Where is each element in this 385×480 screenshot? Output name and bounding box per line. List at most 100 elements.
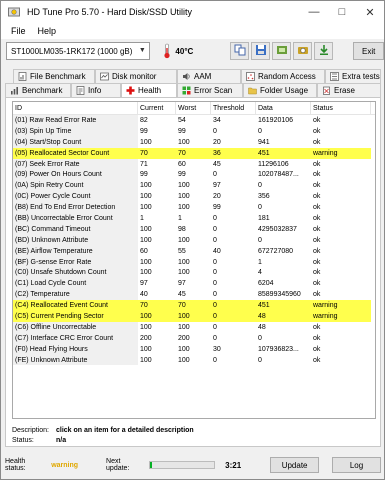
- smart-attributes-table: ID Current Worst Threshold Data Status (…: [12, 101, 376, 419]
- drive-select[interactable]: ST1000LM035-1RK172 (1000 gB) ▼: [6, 42, 150, 60]
- app-window: HD Tune Pro 5.70 - Hard Disk/SSD Utility…: [0, 0, 385, 480]
- cell-threshold: 45: [213, 160, 221, 168]
- table-row[interactable]: (C7) Interface CRC Error Count 200 200 0 0 ok: [13, 332, 375, 344]
- table-row[interactable]: (BE) Airflow Temperature 60 55 40 672727080 o…: [13, 245, 375, 257]
- table-row[interactable]: (BF) G-sense Error Rate 100 100 0 1 ok: [13, 256, 375, 268]
- menu-help[interactable]: Help: [32, 26, 63, 36]
- cell-worst: 200: [178, 334, 190, 342]
- close-button[interactable]: ✕: [356, 1, 384, 23]
- tab-health[interactable]: Health: [121, 83, 177, 97]
- cell-current: 100: [140, 225, 152, 233]
- table-row[interactable]: (BB) Uncorrectable Error Count 1 1 0 181 ok: [13, 213, 375, 224]
- column-header-threshold[interactable]: Threshold: [211, 102, 256, 114]
- cell-worst: 100: [178, 236, 190, 244]
- camera-icon: [297, 44, 309, 58]
- cell-status: warning: [311, 300, 371, 312]
- table-row[interactable]: (C0) Unsafe Shutdown Count 100 100 0 4 ok: [13, 267, 375, 279]
- cell-status: ok: [313, 204, 321, 212]
- cell-threshold: 0: [213, 280, 217, 288]
- table-row[interactable]: (C5) Current Pending Sector 100 100 0 48 warn…: [13, 311, 375, 322]
- cell-status: ok: [313, 214, 321, 222]
- cell-data: 181: [258, 214, 270, 222]
- tab-error-scan[interactable]: Error Scan: [177, 83, 243, 97]
- cell-data: 11296106: [258, 160, 289, 168]
- table-row[interactable]: (0A) Spin Retry Count 100 100 97 0 ok: [13, 180, 375, 192]
- minimize-button[interactable]: —: [300, 1, 328, 23]
- cell-worst: 100: [178, 182, 190, 190]
- maximize-button[interactable]: □: [328, 1, 356, 23]
- table-row[interactable]: (05) Reallocated Sector Count 70 70 36 451 wa…: [13, 147, 375, 159]
- status-label: Status:: [12, 436, 34, 444]
- cell-threshold: 0: [213, 258, 217, 266]
- column-header-status[interactable]: Status: [311, 102, 371, 114]
- tab-extra-tests[interactable]: Extra tests: [325, 69, 381, 83]
- table-row[interactable]: (01) Raw Read Error Rate 82 54 34 161920106 o…: [13, 115, 375, 126]
- tab-erase[interactable]: Erase: [317, 83, 381, 97]
- table-row[interactable]: (C1) Load Cycle Count 97 97 0 6204 ok: [13, 278, 375, 290]
- cell-data: 161920106: [258, 116, 294, 124]
- table-row[interactable]: (C2) Temperature 40 45 0 85899345960 ok: [13, 289, 375, 301]
- toolbar: ST1000LM035-1RK172 (1000 gB) ▼ 40°C Exit: [1, 39, 385, 63]
- cell-current: 100: [140, 138, 152, 146]
- download-button[interactable]: [314, 42, 334, 60]
- tab-info[interactable]: Info: [71, 83, 121, 97]
- cell-status: ok: [313, 280, 321, 288]
- cell-data: 6204: [258, 280, 274, 288]
- cell-current: 200: [140, 334, 152, 342]
- column-header-id[interactable]: ID: [13, 102, 138, 114]
- tab-strip: File Benchmark Disk monitor AAM Random A…: [5, 69, 381, 97]
- status-bar: Health status: warning Next update: 3:21…: [5, 456, 382, 474]
- column-header-worst[interactable]: Worst: [176, 102, 211, 114]
- cell-worst: 100: [178, 138, 190, 146]
- cell-id: (C4) Reallocated Event Count: [13, 300, 138, 312]
- table-row[interactable]: (0C) Power Cycle Count 100 100 20 356 ok: [13, 191, 375, 203]
- cell-data: 0: [258, 236, 262, 244]
- copy-icon: [234, 44, 246, 58]
- update-button[interactable]: Update: [270, 457, 320, 473]
- tab-aam[interactable]: AAM: [177, 69, 241, 83]
- table-body: (01) Raw Read Error Rate 82 54 34 161920106 o…: [13, 115, 375, 366]
- cell-worst: 98: [178, 225, 186, 233]
- table-row[interactable]: (B8) End To End Error Detection 100 100 99 0…: [13, 202, 375, 214]
- cell-data: 451: [256, 300, 311, 312]
- next-update-time: 3:21: [225, 460, 242, 470]
- cell-worst: 100: [178, 356, 190, 364]
- column-header-current[interactable]: Current: [138, 102, 176, 114]
- table-row[interactable]: (BD) Unknown Attribute 100 100 0 0 ok: [13, 234, 375, 246]
- tab-file-benchmark[interactable]: File Benchmark: [13, 69, 95, 83]
- table-row[interactable]: (F0) Head Flying Hours 100 100 30 107936823.…: [13, 343, 375, 355]
- table-row[interactable]: (04) Start/Stop Count 100 100 20 941 ok: [13, 136, 375, 148]
- tab-benchmark[interactable]: Benchmark: [5, 83, 71, 97]
- cell-data: 4: [258, 269, 262, 277]
- cell-current: 70: [138, 147, 176, 159]
- table-row[interactable]: (03) Spin Up Time 99 99 0 0 ok: [13, 125, 375, 137]
- cell-status: ok: [313, 182, 321, 190]
- cell-id: (09) Power On Hours Count: [13, 169, 138, 181]
- cell-current: 100: [140, 345, 152, 353]
- table-row[interactable]: (07) Seek Error Rate 71 60 45 11296106 ok: [13, 158, 375, 170]
- tab-disk-monitor[interactable]: Disk monitor: [95, 69, 177, 83]
- tab-folder-usage[interactable]: Folder Usage: [243, 83, 317, 97]
- table-row[interactable]: (09) Power On Hours Count 99 99 0 102078487.…: [13, 169, 375, 181]
- camera-button[interactable]: [293, 42, 313, 60]
- column-header-data[interactable]: Data: [256, 102, 311, 114]
- menu-file[interactable]: File: [5, 26, 32, 36]
- save-button[interactable]: [251, 42, 271, 60]
- table-row[interactable]: (C4) Reallocated Event Count 70 70 0 451 warn…: [13, 300, 375, 312]
- cell-current: 70: [138, 300, 176, 312]
- cell-status: ok: [313, 225, 321, 233]
- cell-id: (F0) Head Flying Hours: [13, 343, 138, 355]
- table-row[interactable]: (BC) Command Timeout 100 98 0 4295032837 ok: [13, 223, 375, 235]
- log-button[interactable]: Log: [332, 457, 382, 473]
- table-row[interactable]: (C6) Offline Uncorrectable 100 100 0 48 ok: [13, 321, 375, 333]
- cell-current: 100: [140, 236, 152, 244]
- cell-id: (C5) Current Pending Sector: [13, 311, 138, 322]
- cell-id: (C6) Offline Uncorrectable: [13, 321, 138, 333]
- copy-button[interactable]: [230, 42, 250, 60]
- tab-label: Folder Usage: [260, 86, 309, 95]
- exit-button[interactable]: Exit: [353, 42, 385, 60]
- table-row[interactable]: (FE) Unknown Attribute 100 100 0 0 ok: [13, 354, 375, 366]
- tab-random-access[interactable]: Random Access: [241, 69, 325, 83]
- download-icon: [318, 44, 330, 58]
- options-button[interactable]: [272, 42, 292, 60]
